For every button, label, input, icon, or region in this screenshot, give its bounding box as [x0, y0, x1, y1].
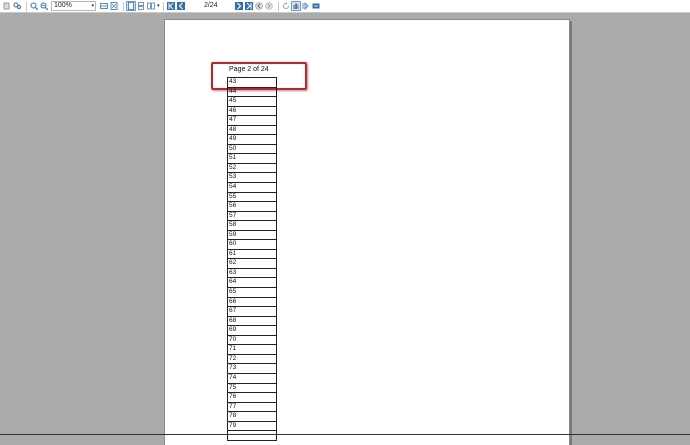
next-page-icon[interactable] — [235, 2, 243, 10]
single-page-icon[interactable] — [126, 1, 136, 11]
window-bottom-border — [0, 434, 690, 435]
chevron-down-icon[interactable]: ▾ — [157, 3, 160, 9]
table-row: 67 — [228, 307, 276, 317]
table-row: 51 — [228, 154, 276, 164]
table-row: 62 — [228, 259, 276, 269]
table-row: 53 — [228, 173, 276, 184]
page-counter[interactable]: 2/24 — [204, 1, 218, 11]
table-row: 52 — [228, 164, 276, 174]
zoom-value: 100% — [54, 2, 72, 9]
refresh-icon[interactable] — [282, 2, 290, 10]
toolbar-left-group — [3, 1, 50, 11]
table-row: 66 — [228, 298, 276, 308]
table-row — [228, 431, 276, 441]
table-row: 77 — [228, 403, 276, 413]
document-viewer[interactable] — [0, 14, 690, 445]
select-tool-icon[interactable] — [302, 2, 310, 10]
first-page-icon[interactable] — [166, 2, 175, 10]
fit-width-icon[interactable] — [100, 2, 108, 10]
back-icon[interactable] — [255, 2, 263, 10]
number-table: 43 44 45 46 47 48 49 50 51 52 53 54 55 56 57 58 59 60 61 62… — [227, 77, 277, 441]
table-row: 70 — [228, 336, 276, 346]
forward-icon[interactable] — [265, 2, 273, 10]
table-row: 76 — [228, 393, 276, 403]
toolbar-separator — [26, 1, 27, 11]
previous-page-icon[interactable] — [176, 2, 185, 10]
table-row: 64 — [228, 278, 276, 289]
table-row: 60 — [228, 240, 276, 250]
table-row: 71 — [228, 345, 276, 355]
table-row: 75 — [228, 384, 276, 394]
toolbar-nav-group — [235, 1, 322, 11]
zoom-out-icon[interactable] — [40, 2, 48, 10]
table-row: 55 — [228, 193, 276, 203]
last-page-icon[interactable] — [245, 2, 253, 10]
table-row: 48 — [228, 126, 276, 136]
table-row: 45 — [228, 97, 276, 107]
table-row: 74 — [228, 374, 276, 384]
table-row: 72 — [228, 355, 276, 365]
toolbar-view-group: ▾ — [100, 1, 187, 11]
table-row: 47 — [228, 116, 276, 126]
table-row: 79 — [228, 422, 276, 432]
facing-icon[interactable] — [147, 2, 155, 10]
export-icon[interactable] — [312, 2, 320, 10]
toolbar-separator — [278, 1, 279, 11]
table-row: 44 — [228, 88, 276, 98]
table-row: 54 — [228, 183, 276, 193]
table-row: 68 — [228, 317, 276, 327]
toolbar-separator — [162, 1, 164, 11]
table-row: 65 — [228, 288, 276, 298]
table-row: 46 — [228, 107, 276, 117]
fit-page-icon[interactable] — [110, 2, 118, 10]
zoom-select[interactable]: 100% ▾ — [51, 1, 96, 11]
zoom-in-icon[interactable] — [30, 2, 38, 10]
table-row: 59 — [228, 231, 276, 241]
table-row: 69 — [228, 326, 276, 336]
table-row: 57 — [228, 212, 276, 222]
toolbar: 100% ▾ ▾ 2/24 — [0, 0, 690, 13]
table-row: 61 — [228, 250, 276, 260]
table-row: 78 — [228, 412, 276, 422]
continuous-icon[interactable] — [137, 2, 145, 10]
toolbar-separator — [123, 1, 124, 11]
thumbnails-icon[interactable] — [3, 2, 11, 10]
table-row: 49 — [228, 135, 276, 145]
find-icon[interactable] — [13, 2, 21, 10]
hand-tool-icon[interactable] — [291, 1, 301, 11]
table-row: 50 — [228, 145, 276, 155]
table-row: 56 — [228, 202, 276, 212]
chevron-down-icon[interactable]: ▾ — [91, 2, 94, 10]
table-row: 43 — [228, 78, 276, 88]
table-row: 73 — [228, 364, 276, 374]
table-row: 58 — [228, 221, 276, 231]
table-row: 63 — [228, 269, 276, 279]
